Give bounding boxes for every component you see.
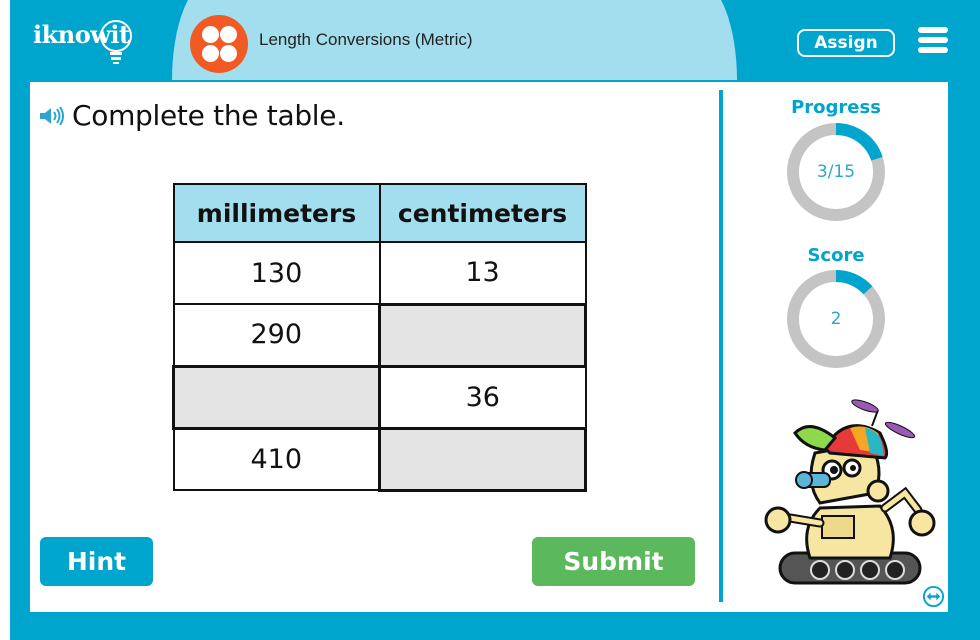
mm-cell: 410: [172, 427, 381, 491]
panel-divider: [719, 90, 723, 602]
score-value: 2: [830, 309, 842, 329]
header-millimeters: millimeters: [172, 183, 381, 243]
table-row: 130 13: [172, 241, 587, 305]
mm-cell: 290: [172, 303, 381, 367]
table-row: 290: [172, 302, 587, 368]
speaker-icon[interactable]: [38, 105, 66, 126]
table-header-row: millimeters centimeters: [172, 183, 587, 243]
cm-cell: 36: [378, 365, 587, 429]
lightbulb-icon: [100, 20, 132, 64]
expand-arrows-icon[interactable]: [922, 585, 945, 608]
score-label: Score: [807, 245, 865, 266]
table-row: 410: [172, 426, 587, 492]
lesson-title: Length Conversions (Metric): [259, 30, 473, 49]
progress-label: Progress: [791, 97, 881, 118]
mm-answer-input[interactable]: [172, 364, 381, 430]
assign-button[interactable]: Assign: [797, 29, 895, 57]
conversion-table: millimeters centimeters 130 13 290 36 41…: [172, 183, 587, 492]
cm-cell: 13: [378, 241, 587, 305]
cm-answer-input[interactable]: [378, 426, 587, 492]
hamburger-menu-icon[interactable]: [918, 27, 948, 55]
cm-answer-input[interactable]: [378, 302, 587, 368]
four-dots-icon: [190, 15, 248, 73]
question-prompt: Complete the table.: [38, 99, 345, 132]
robot-mascot: [764, 399, 936, 585]
question-text: Complete the table.: [72, 99, 345, 132]
mm-cell: 130: [172, 241, 381, 305]
hint-button[interactable]: Hint: [40, 537, 153, 586]
submit-button[interactable]: Submit: [532, 537, 695, 586]
table-row: 36: [172, 364, 587, 430]
header-centimeters: centimeters: [378, 183, 587, 243]
progress-value: 3/15: [816, 162, 856, 182]
